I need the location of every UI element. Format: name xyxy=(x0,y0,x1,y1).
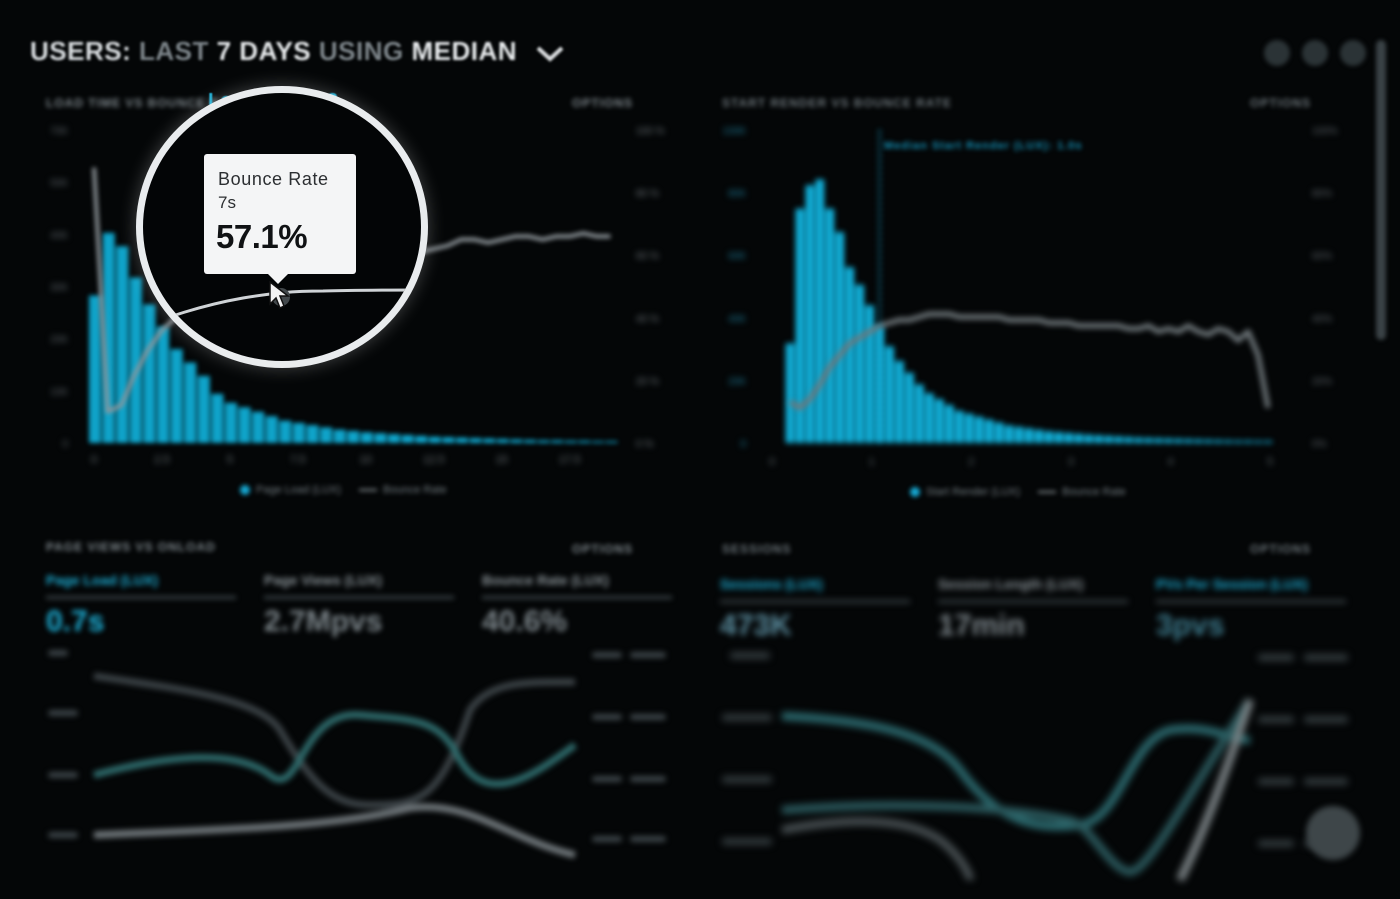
x-tick-label: 5 xyxy=(1267,456,1273,468)
chart-bar xyxy=(785,343,795,443)
chart-bar xyxy=(825,208,835,443)
y2-tick-label: 20% xyxy=(1312,376,1332,387)
stat-pvs-per-session: PVs Per Session (LUX) 3pvs xyxy=(1156,576,1346,643)
stat-label: PVs Per Session (LUX) xyxy=(1156,576,1346,603)
chart-bar xyxy=(984,419,994,443)
chart-bar xyxy=(1223,440,1233,443)
chart-bar xyxy=(1094,435,1104,443)
chart-bar xyxy=(1064,433,1074,443)
chart-bar xyxy=(1213,440,1223,443)
y-tick-label: 20K xyxy=(728,376,746,387)
chart-bar xyxy=(935,399,944,443)
y2-tick-label: 40% xyxy=(1312,314,1332,325)
legend-dot-icon xyxy=(910,487,920,497)
chart-bar xyxy=(944,404,954,443)
chart-bar xyxy=(915,384,924,443)
chart-bar xyxy=(1014,426,1024,443)
options-button-bottom-right[interactable]: OPTIONS xyxy=(1250,542,1311,556)
stat-label: Session Length (LUX) xyxy=(938,576,1128,603)
stat-value: 40.6% xyxy=(482,605,568,638)
chart-bar xyxy=(1193,439,1203,443)
y2-tick-label: 0% xyxy=(1312,439,1327,450)
chart-bar xyxy=(865,305,874,443)
chart-bar xyxy=(1263,440,1273,443)
chart-bar xyxy=(1084,434,1094,443)
chart-bar xyxy=(885,346,894,443)
stat-label: Sessions (LUX) xyxy=(720,576,910,603)
y-tick-label: 100K xyxy=(723,126,747,137)
stat-value: 473K xyxy=(720,609,792,642)
stat-label: Bounce Rate (LUX) xyxy=(482,572,672,599)
x-tick-label: 2 xyxy=(968,456,974,468)
stat-page-load: Page Load (LUX) 0.7s xyxy=(46,572,236,639)
chart-bar xyxy=(1054,432,1064,443)
chart-bar xyxy=(1154,438,1163,443)
legend-top-right: Start Render (LUX) Bounce Rate xyxy=(910,486,1126,498)
y2-tick-label: 60% xyxy=(1312,251,1332,262)
chart-bar xyxy=(964,413,974,443)
y-tick-label: 60K xyxy=(728,251,746,262)
y-tick-label: 0 xyxy=(740,439,746,450)
chart-bar xyxy=(905,372,914,443)
chart-bar xyxy=(855,284,865,443)
stat-value: 2.7Mpvs xyxy=(264,605,383,638)
legend-line-icon xyxy=(1038,491,1057,493)
chart-bar xyxy=(1144,438,1153,443)
y2-tick-label: 100% xyxy=(1312,126,1338,137)
chart-bar xyxy=(895,360,904,443)
y-tick-label: 80K xyxy=(728,189,746,200)
chart-bar xyxy=(1134,437,1143,443)
chart-start-render-vs-bounce: 0 20K 40K 60K 80K 100K 0% 20% 40% 60% 80% 100% 0 1 2 3 4… xyxy=(723,126,1338,468)
stat-sessions: Sessions (LUX) 473K xyxy=(720,576,910,643)
chart-bar xyxy=(1034,429,1044,443)
chart-bar xyxy=(994,422,1004,443)
stat-page-views: Page Views (LUX) 2.7Mpvs xyxy=(264,572,454,639)
x-tick-label: 0 xyxy=(769,456,775,468)
chart-bar xyxy=(1004,425,1014,443)
legend-line-label: Bounce Rate xyxy=(1062,486,1126,498)
chart-bar xyxy=(1164,438,1173,443)
chart-bar xyxy=(1233,440,1243,443)
chart-bar xyxy=(835,232,845,443)
chart-page-views-vs-onload xyxy=(48,650,666,859)
stat-bounce-rate: Bounce Rate (LUX) 40.6% xyxy=(482,572,672,639)
stat-label: Page Views (LUX) xyxy=(264,572,454,599)
x-tick-label: 3 xyxy=(1068,456,1074,468)
chart-sessions xyxy=(722,652,1348,882)
chart-bar xyxy=(815,179,825,444)
page-views-heading: PAGE VIEWS VS ONLOAD xyxy=(46,540,216,554)
chart-bar xyxy=(925,393,934,443)
options-button-bottom-left[interactable]: OPTIONS xyxy=(572,542,633,556)
chart-bar xyxy=(1253,440,1263,443)
chart-bar xyxy=(1174,438,1183,443)
chart-bar xyxy=(1104,435,1114,443)
stat-label: Page Load (LUX) xyxy=(46,572,236,599)
x-tick-label: 1 xyxy=(869,456,875,468)
chart-bar xyxy=(1184,439,1193,443)
x-tick-label: 4 xyxy=(1167,456,1173,468)
stat-value: 0.7s xyxy=(46,605,105,638)
legend-bars-label: Start Render (LUX) xyxy=(926,486,1021,498)
y-tick-label: 40K xyxy=(728,314,746,325)
chat-fab-button[interactable] xyxy=(1306,806,1360,860)
chart-bar xyxy=(974,416,984,443)
chart-bar xyxy=(1044,431,1054,443)
stat-session-length: Session Length (LUX) 17min xyxy=(938,576,1128,643)
y2-tick-label: 80% xyxy=(1312,189,1332,200)
chart-bar xyxy=(1203,439,1213,443)
chart-bar xyxy=(1024,428,1034,443)
chart-bar xyxy=(845,267,855,443)
stat-value: 17min xyxy=(938,609,1025,642)
chart-bar xyxy=(1114,436,1123,443)
stat-value: 3pvs xyxy=(1156,609,1225,642)
sessions-heading: SESSIONS xyxy=(722,542,792,556)
chart-bar xyxy=(1124,437,1133,443)
chart-bar xyxy=(1074,433,1084,443)
chart-bar xyxy=(954,410,964,443)
chart-bar xyxy=(1243,440,1253,443)
